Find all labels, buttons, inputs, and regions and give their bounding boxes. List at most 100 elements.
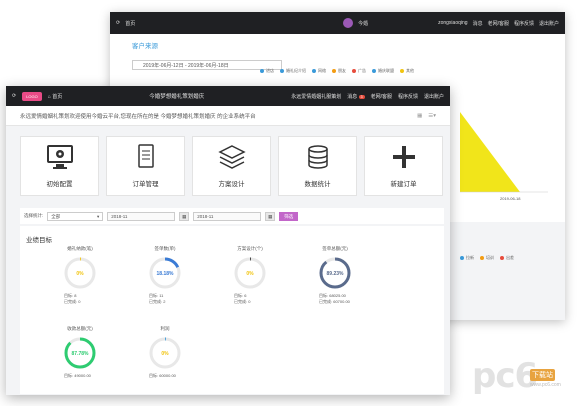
legend-item[interactable]: 其他 [400, 68, 414, 74]
gauge-label: 签单数(单) [154, 246, 176, 251]
welcome-text: 永远爱情婚姻礼策划欢迎使用今婚云平台,您现在所在的是 今婚梦想婚礼策划婚庆 的企… [20, 113, 256, 120]
legend-label: 进店 [266, 68, 274, 73]
legend-item[interactable]: 朋友 [332, 68, 346, 74]
gauge-label: 方案设计(个) [237, 246, 263, 251]
legend-item[interactable]: 拉新 [460, 255, 474, 261]
tile-initial-setup[interactable]: 初始配置 [20, 136, 99, 196]
legend-dot [500, 255, 504, 260]
chart-legend-2: 拉新 培训 出差 [460, 255, 514, 261]
gauge-done: 已完成: 0 [234, 298, 251, 304]
tile-plan-design[interactable]: 方案设计 [192, 136, 271, 196]
start-date-input[interactable]: 2018-11 [107, 211, 176, 221]
logout-link[interactable]: 退出账户 [424, 93, 444, 100]
gauge-target: 目标: 60000.00 [149, 373, 176, 378]
refresh-icon[interactable]: ⟳ [12, 93, 16, 99]
store-link[interactable]: 老网/客服 [371, 93, 392, 100]
document-list-icon [137, 144, 154, 168]
legend-item[interactable]: 进店 [260, 68, 274, 74]
legend-label: 网络 [318, 68, 326, 73]
tile-label: 新建订单 [390, 181, 417, 188]
gauge-percent: 89.23% [327, 271, 345, 277]
watermark-tag: 下载站 [530, 369, 555, 381]
section-title: 客户来源 [132, 43, 158, 50]
grid-icon[interactable]: ▦ [417, 113, 422, 119]
area-fill [460, 112, 520, 192]
menu-icon[interactable]: ☰▾ [428, 113, 436, 119]
foreground-window: ⟳ LOGO ⌂ 首页 今婚梦想婚礼策划婚庆 永远爱情婚姻礼服策划 消息 3 老… [6, 86, 450, 395]
end-date-input[interactable]: 2018-11 [193, 211, 262, 221]
calendar-icon[interactable]: ▦ [265, 211, 276, 221]
legend-dot [480, 255, 484, 260]
home-link[interactable]: 首页 [125, 20, 135, 27]
legend-dot [352, 68, 356, 73]
legend-dot [312, 68, 316, 73]
refresh-icon[interactable]: ⟳ [116, 20, 120, 26]
filter-button[interactable]: 筛选 [279, 211, 299, 221]
brand-label: 今婚 [358, 20, 369, 27]
legend-label: 广告 [358, 68, 366, 73]
legend-item[interactable]: 婚庆联盟 [372, 68, 394, 74]
legend-item[interactable]: 婚礼纪介绍 [280, 68, 306, 74]
stat-select[interactable]: 全部 ▾ [47, 211, 104, 221]
tile-label: 方案设计 [218, 181, 245, 188]
legend-dot [460, 255, 464, 260]
gauge-percent: 18.18% [157, 271, 175, 277]
gauge-card: 签单数(单) 18.18% 目标: 11 已完成: 2 [125, 246, 205, 304]
logout-link[interactable]: 退出账户 [539, 20, 559, 27]
legend-dot [372, 68, 376, 73]
legend-item[interactable]: 出差 [500, 255, 514, 261]
legend-item[interactable]: 网络 [312, 68, 326, 74]
chart-legend: 进店 婚礼纪介绍 网络 朋友 广告 婚庆联盟 其他 [260, 68, 414, 74]
gauge-label: 收款总额(元) [67, 326, 93, 331]
gauge-card: 签单总额(元) 89.23% 目标: 68025.00 已完成: 60700.00 [295, 246, 375, 304]
gauge-label: 利润 [160, 326, 170, 331]
gauge-card: 利润 0% 目标: 60000.00 [125, 326, 205, 379]
watermark-logo: pc6 [472, 356, 538, 396]
store-link[interactable]: 老网/客服 [488, 20, 509, 27]
gauge-card: 方案设计(个) 0% 目标: 6 已完成: 0 [210, 246, 290, 304]
gauge-label: 签单总额(元) [322, 246, 348, 251]
legend-dot [260, 68, 264, 73]
tile-order-manage[interactable]: 订单管理 [106, 136, 185, 196]
tile-label: 订单管理 [132, 181, 159, 188]
layers-icon [217, 145, 246, 169]
message-badge: 3 [358, 94, 365, 99]
watermark-url: www.pc6.com [530, 382, 561, 388]
progress-ring: 89.23% [319, 257, 351, 289]
legend-label: 朋友 [338, 68, 346, 73]
legend-item[interactable]: 广告 [352, 68, 366, 74]
chevron-down-icon: ▾ [96, 213, 100, 219]
message-link[interactable]: 消息 [473, 20, 483, 27]
message-link[interactable]: 消息 3 [347, 93, 365, 100]
legend-dot [280, 68, 284, 73]
tile-label: 数据统计 [304, 181, 331, 188]
feedback-link[interactable]: 程序反馈 [514, 20, 534, 27]
gauge-percent: 0% [76, 271, 84, 277]
filter-label: 选择统计: [24, 213, 44, 218]
gauge-done: 已完成: 0 [64, 298, 81, 304]
gauge-percent: 0% [161, 351, 169, 357]
goals-title: 业绩目标 [26, 237, 52, 244]
feedback-link[interactable]: 程序反馈 [398, 93, 418, 100]
legend-label: 婚礼纪介绍 [286, 68, 306, 73]
progress-ring: 0% [64, 257, 96, 289]
home-link[interactable]: ⌂ 首页 [48, 93, 62, 100]
calendar-icon[interactable]: ▦ [179, 211, 190, 221]
tile-new-order[interactable]: 新建订单 [364, 136, 443, 196]
gauge-done: 已完成: 60700.00 [319, 298, 350, 304]
source-area-chart: 2019-06-18 [460, 112, 548, 201]
legend-label: 其他 [406, 68, 414, 73]
gauge-percent: 0% [246, 271, 254, 277]
filter-bar: 选择统计: 全部 ▾ 2018-11 ▦ 2018-11 ▦ 筛选 [20, 208, 444, 224]
legend-item[interactable]: 培训 [480, 255, 494, 261]
tile-data-stats[interactable]: 数据统计 [278, 136, 357, 196]
gauge-percent: 87.78% [72, 351, 90, 357]
top-nav: ⟳ LOGO ⌂ 首页 今婚梦想婚礼策划婚庆 永远爱情婚姻礼服策划 消息 3 老… [6, 86, 450, 106]
gauge-target: 目标: 49000.00 [64, 373, 91, 378]
legend-label: 出差 [506, 255, 514, 260]
company-link[interactable]: 永远爱情婚姻礼服策划 [291, 93, 341, 100]
progress-ring: 0% [234, 257, 266, 289]
user-link[interactable]: zongxiaoqing [438, 20, 467, 26]
goals-panel: 业绩目标 婚礼纳款(笔) 0% 目标: 8 已完成: 0 签单数(单) 18.18% 目标:… [20, 226, 444, 394]
legend-label: 拉新 [466, 255, 474, 260]
